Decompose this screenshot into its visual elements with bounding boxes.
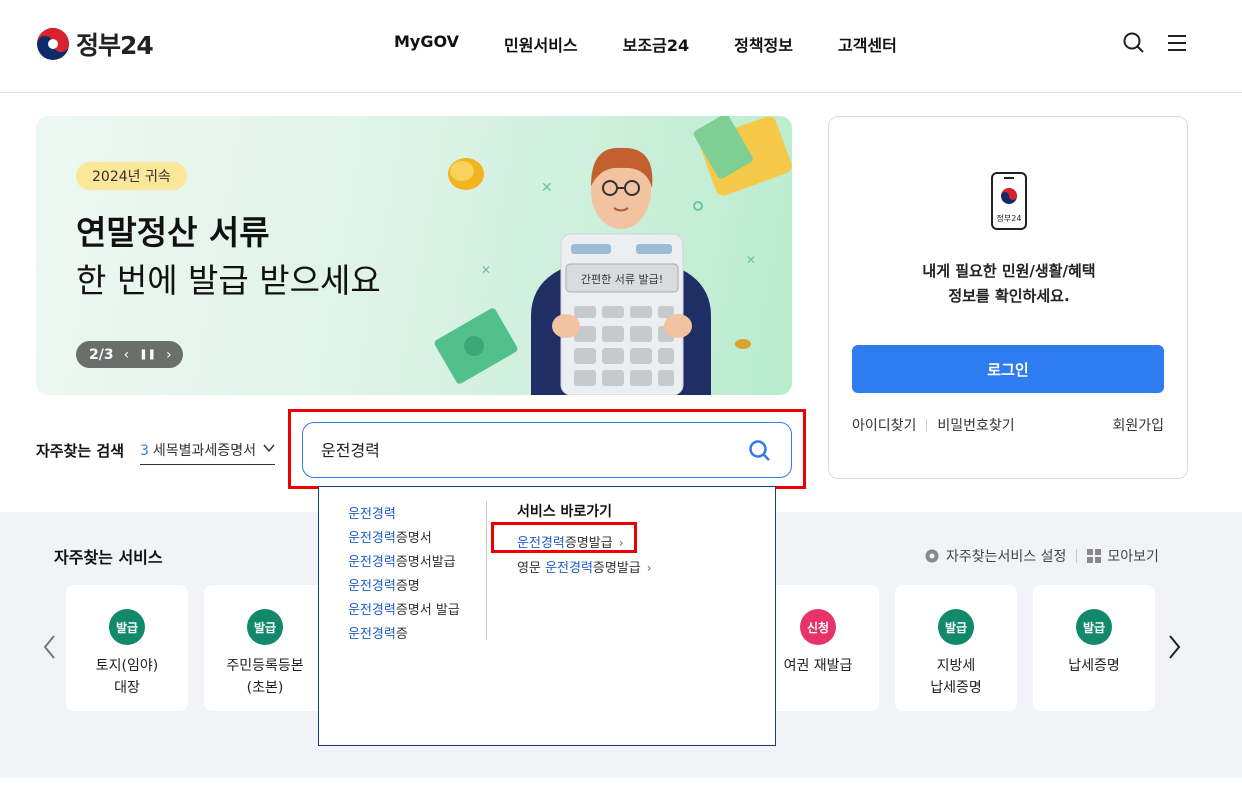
banner-subtitle: 한 번에 발급 받으세요 — [76, 261, 381, 300]
main-nav: MyGOV 민원서비스 보조금24 정책정보 고객센터 — [394, 32, 942, 56]
banner-page-indicator: 2/3 — [89, 346, 114, 363]
account-links: 아이디찾기 비밀번호찾기 — [852, 415, 1015, 435]
banner-next-icon[interactable]: › — [166, 347, 172, 363]
search-box — [302, 422, 792, 478]
service-label: 지방세 납세증명 — [930, 658, 982, 696]
header: 정부24 MyGOV 민원서비스 보조금24 정책정보 고객센터 — [0, 0, 1242, 93]
menu-icon[interactable] — [1164, 30, 1190, 56]
signup-link[interactable]: 회원가입 — [1112, 415, 1164, 435]
search-input[interactable] — [321, 439, 721, 458]
svg-text:✕: ✕ — [481, 263, 491, 277]
banner-illustration: ✕ ✕ ✕ 간편한 서류 발급! — [434, 116, 792, 395]
suggestion-list: 운전경력 운전경력증명서 운전경력증명서발급 운전경력증명 운전경력증명서 발급… — [348, 503, 460, 647]
phone-label: 정부24 — [996, 214, 1022, 223]
nav-subsidy24[interactable]: 보조금24 — [623, 32, 689, 56]
highlight-box-shortcut — [491, 522, 637, 553]
gear-icon[interactable] — [924, 548, 940, 564]
banner-pager: 2/3 ‹ ❚❚ › — [76, 341, 183, 368]
svg-text:✕: ✕ — [541, 180, 553, 196]
login-card: 정부24 내게 필요한 민원/생활/혜택 정보를 확인하세요. 로그인 아이디찾… — [828, 116, 1188, 479]
suggestion-item[interactable]: 운전경력증 — [348, 623, 460, 647]
service-badge: 발급 — [938, 609, 974, 645]
suggestion-item[interactable]: 운전경력 — [348, 503, 460, 527]
logo[interactable]: 정부24 — [36, 26, 154, 62]
grid-icon[interactable] — [1087, 549, 1102, 563]
service-badge: 발급 — [247, 609, 283, 645]
nav-civil-service[interactable]: 민원서비스 — [504, 32, 578, 56]
taegeuk-logo-icon — [37, 28, 69, 60]
service-badge: 발급 — [109, 609, 145, 645]
banner-pause-icon[interactable]: ❚❚ — [139, 349, 156, 360]
login-button[interactable]: 로그인 — [852, 345, 1164, 393]
suggestion-item[interactable]: 운전경력증명 — [348, 575, 460, 599]
search-icon[interactable] — [1121, 30, 1147, 56]
banner-prev-icon[interactable]: ‹ — [124, 347, 130, 363]
divider — [486, 501, 487, 640]
frequent-search-term: 세목별과세증명서 — [152, 443, 256, 459]
banner-tag: 2024년 귀속 — [76, 162, 187, 190]
nav-policy-info[interactable]: 정책정보 — [734, 32, 793, 56]
services-settings-link[interactable]: 자주찾는서비스 설정 — [946, 546, 1066, 566]
chevron-down-icon — [263, 444, 275, 453]
frequent-search-rank: 3 — [140, 443, 149, 459]
carousel-prev-icon[interactable] — [40, 632, 60, 662]
divider — [1076, 549, 1078, 563]
frequent-services-title: 자주찾는 서비스 — [54, 548, 163, 567]
service-badge: 발급 — [1076, 609, 1112, 645]
service-card[interactable]: 발급 지방세 납세증명 — [895, 585, 1017, 711]
banner-title: 연말정산 서류 — [76, 213, 270, 252]
frequent-search-label: 자주찾는 검색 — [36, 442, 125, 460]
suggestion-item[interactable]: 운전경력증명서 — [348, 527, 460, 551]
find-password-link[interactable]: 비밀번호찾기 — [937, 415, 1014, 435]
search-submit-icon[interactable] — [747, 438, 773, 464]
services-tools: 자주찾는서비스 설정 모아보기 — [924, 546, 1159, 566]
suggestion-item[interactable]: 운전경력증명서발급 — [348, 551, 460, 575]
calculator-label: 간편한 서류 발급! — [581, 273, 663, 286]
carousel-next-icon[interactable] — [1164, 632, 1184, 662]
view-all-link[interactable]: 모아보기 — [1107, 546, 1159, 566]
login-text-1: 내게 필요한 민원/생활/혜택 — [922, 262, 1096, 280]
service-card[interactable]: 발급 주민등록등본 (초본) — [204, 585, 326, 711]
login-text-2: 정보를 확인하세요. — [948, 287, 1070, 305]
chevron-right-icon: › — [646, 561, 652, 575]
service-label: 납세증명 — [1068, 658, 1120, 674]
nav-mygov[interactable]: MyGOV — [394, 32, 459, 56]
divider — [926, 419, 928, 431]
suggestion-item[interactable]: 운전경력증명서 발급 — [348, 599, 460, 623]
service-card[interactable]: 발급 토지(임야) 대장 — [66, 585, 188, 711]
nav-customer-center[interactable]: 고객센터 — [838, 32, 897, 56]
service-label: 토지(임야) 대장 — [95, 658, 159, 696]
promo-banner[interactable]: 2024년 귀속 연말정산 서류 한 번에 발급 받으세요 2/3 ‹ ❚❚ ›… — [36, 116, 792, 395]
frequent-search-select[interactable]: 3 세목별과세증명서 — [140, 440, 275, 465]
shortcut-link[interactable]: 영문 운전경력증명발급 › — [517, 556, 652, 581]
service-badge: 신청 — [800, 609, 836, 645]
shortcuts-title: 서비스 바로가기 — [517, 504, 613, 520]
service-label: 주민등록등본 (초본) — [226, 658, 304, 696]
logo-text: 정부24 — [76, 31, 154, 60]
find-id-link[interactable]: 아이디찾기 — [852, 415, 916, 435]
svg-text:✕: ✕ — [746, 253, 756, 267]
service-card[interactable]: 발급 납세증명 — [1033, 585, 1155, 711]
